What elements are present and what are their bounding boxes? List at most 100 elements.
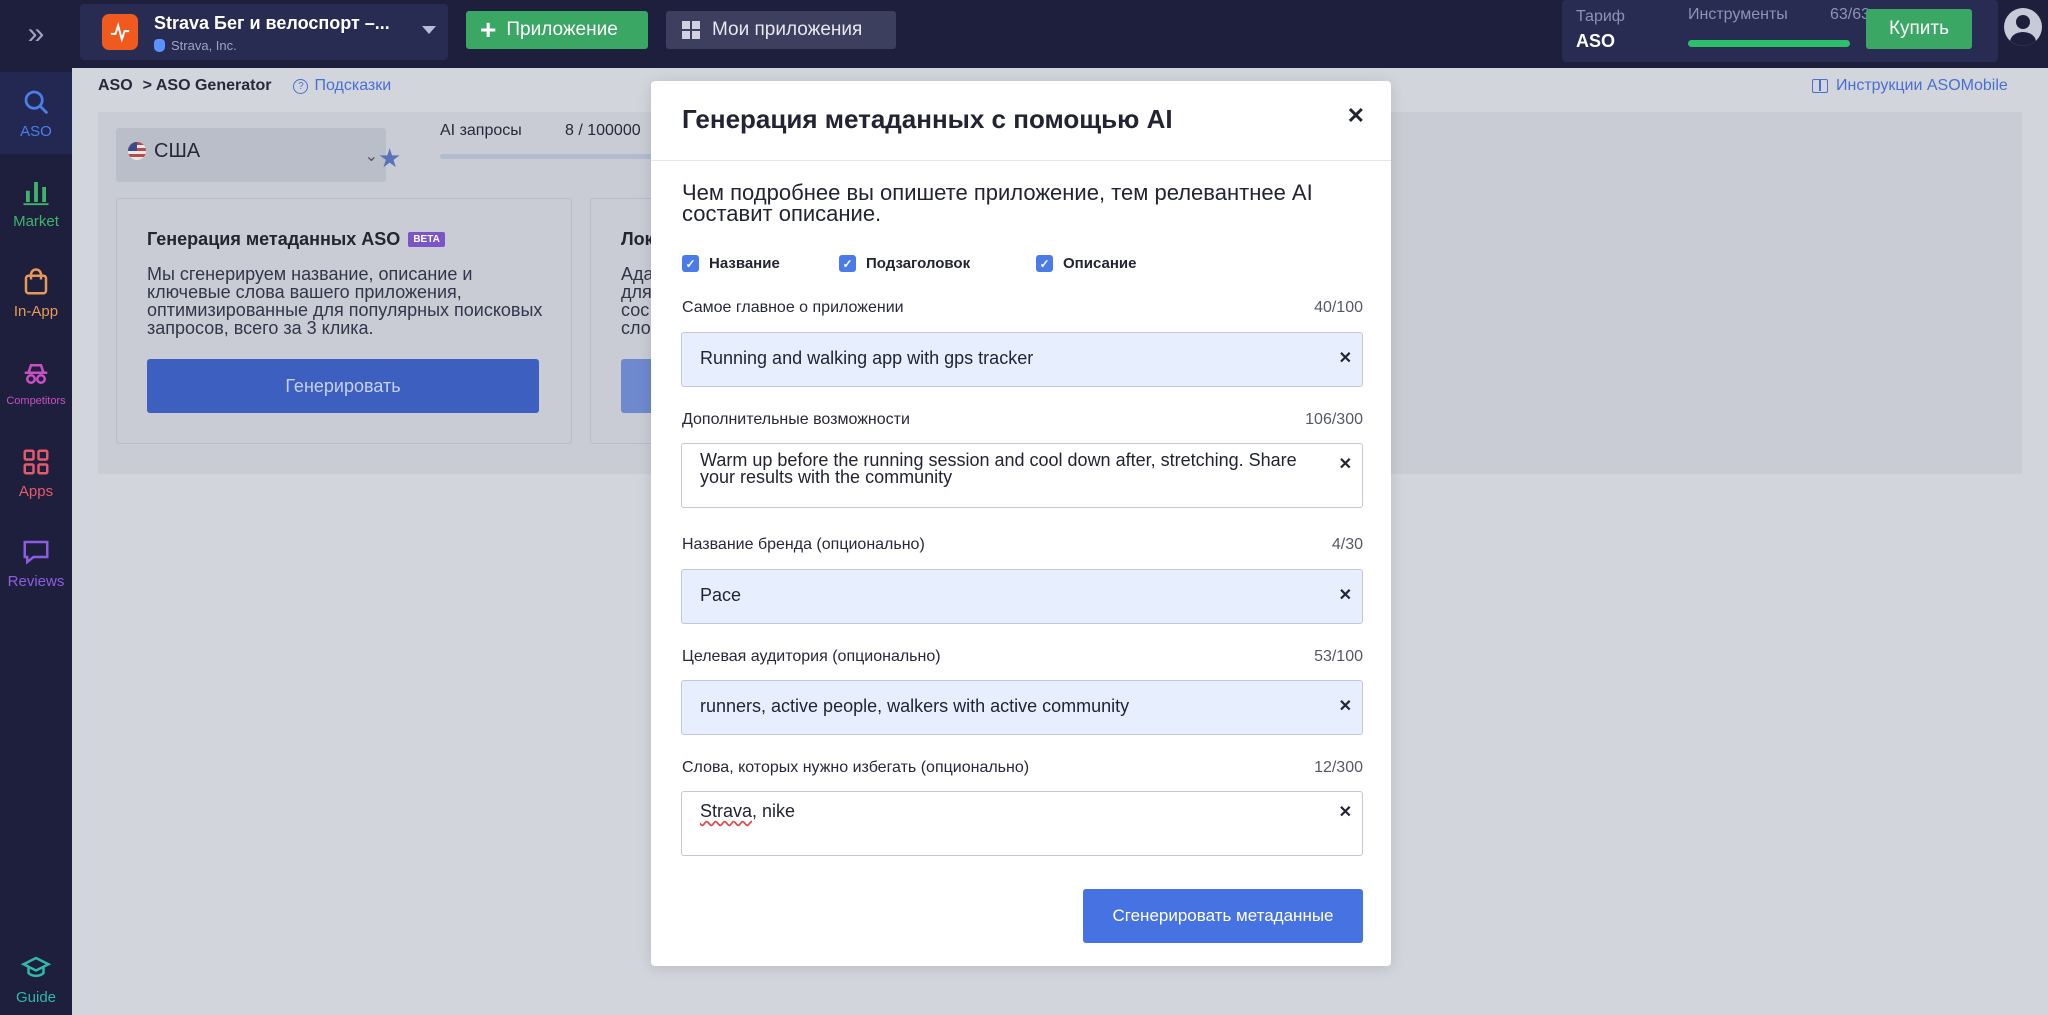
- search-icon: [24, 90, 49, 114]
- sidebar-item-reviews[interactable]: Reviews: [0, 522, 72, 604]
- my-apps-button[interactable]: Мои приложения: [666, 11, 896, 49]
- sidebar-item-apps[interactable]: Apps: [0, 432, 72, 514]
- hints-link[interactable]: ? Подсказки: [293, 77, 391, 95]
- generate-metadata-button[interactable]: Сгенерировать метаданные: [1083, 889, 1363, 943]
- brand-name-input[interactable]: Pace ✕: [681, 569, 1363, 624]
- sidebar-item-label: ASO: [20, 122, 52, 140]
- tools-progress-fill: [1688, 40, 1850, 47]
- sidebar-item-label: Apps: [18, 482, 54, 500]
- tools-label: Инструменты: [1688, 6, 1788, 23]
- app-selector[interactable]: Strava Бег и велоспорт –... Strava, Inc.: [80, 4, 448, 60]
- checkbox-label: Подзаголовок: [866, 255, 971, 272]
- avoid-words-counter: 12/300: [1314, 759, 1363, 776]
- chevron-down-icon: ⌄: [364, 148, 378, 165]
- avoid-words-label: Слова, которых нужно избегать (опциональ…: [682, 759, 1030, 776]
- main-about-counter: 40/100: [1314, 299, 1363, 316]
- us-flag-icon: [128, 142, 146, 160]
- plus-icon: +: [480, 14, 497, 45]
- misspelled-word: Strava: [700, 801, 753, 821]
- breadcrumb: ASO > ASO Generator ? Подсказки: [98, 77, 391, 95]
- add-app-label: Приложение: [506, 19, 618, 40]
- modal-title: Генерация метаданных с помощью AI: [682, 104, 1173, 134]
- tools-count: 63/63: [1830, 6, 1871, 23]
- main-about-input[interactable]: Running and walking app with gps tracker…: [681, 332, 1363, 387]
- brand-name-value: Pace: [700, 585, 742, 605]
- developer-name: Strava, Inc.: [171, 38, 237, 53]
- clear-icon[interactable]: ✕: [1339, 585, 1352, 605]
- sidebar-item-label: Reviews: [7, 572, 65, 590]
- extra-features-textarea[interactable]: Warm up before the running session and c…: [681, 443, 1363, 508]
- strava-logo-icon: [102, 14, 138, 50]
- star-icon[interactable]: ★: [378, 143, 401, 174]
- close-icon[interactable]: ✕: [1347, 103, 1365, 129]
- chat-icon: [23, 540, 49, 565]
- sidebar-item-label: Competitors: [6, 395, 66, 407]
- buy-button[interactable]: Купить: [1866, 9, 1972, 49]
- generate-button[interactable]: Генерировать: [147, 359, 539, 413]
- target-audience-value: runners, active people, walkers with act…: [700, 696, 1130, 716]
- modal-intro: Чем подробнее вы опишете приложение, тем…: [682, 180, 1313, 226]
- sidebar-item-competitors[interactable]: Competitors: [0, 342, 72, 424]
- left-sidebar: » ASO Market In-App Competitors Apps Rev…: [0, 0, 72, 1015]
- country-selector[interactable]: США ★ ⌄: [116, 128, 401, 182]
- ai-requests-count: 8 / 100000: [565, 122, 641, 139]
- app-name: Strava Бег и велоспорт –...: [154, 13, 390, 33]
- main-about-value: Running and walking app with gps tracker: [700, 348, 1034, 368]
- clear-icon[interactable]: ✕: [1339, 348, 1352, 368]
- sidebar-item-market[interactable]: Market: [0, 162, 72, 244]
- spy-icon: [24, 364, 48, 384]
- checkbox-checked-icon[interactable]: ✓: [682, 255, 699, 272]
- card2-title: Лок: [621, 229, 654, 249]
- sidebar-item-aso[interactable]: ASO: [0, 72, 72, 154]
- ai-requests-label: AI запросы: [440, 122, 522, 139]
- card-title-text: Генерация метаданных ASO: [147, 229, 401, 249]
- avoid-words-value: Strava, nike: [700, 801, 1310, 821]
- clear-icon[interactable]: ✕: [1339, 696, 1352, 716]
- expand-sidebar-icon[interactable]: »: [0, 0, 72, 68]
- main-about-label: Самое главное о приложении: [682, 299, 904, 316]
- brand-name-counter: 4/30: [1331, 536, 1363, 553]
- extra-features-label: Дополнительные возможности: [682, 411, 910, 428]
- tariff-panel: Тариф ASO Инструменты 63/63 Купить: [1562, 0, 1998, 62]
- breadcrumb-current: > ASO Generator: [142, 77, 272, 94]
- extra-features-value: Warm up before the running session and c…: [700, 450, 1297, 487]
- avoid-words-textarea[interactable]: Strava, nike ✕: [681, 791, 1363, 856]
- apps-grid-icon: [682, 21, 700, 39]
- card-description: Мы сгенерируем название, описание и ключ…: [147, 264, 543, 338]
- metadata-generation-card: Генерация метаданных ASO BETA Мы сгенери…: [116, 198, 572, 444]
- app-developer: Strava, Inc.: [154, 38, 237, 53]
- target-audience-counter: 53/100: [1314, 648, 1363, 665]
- clear-icon[interactable]: ✕: [1339, 802, 1352, 822]
- extra-features-counter: 106/300: [1305, 411, 1363, 428]
- avoid-words-rest: , nike: [752, 801, 796, 821]
- hints-label: Подсказки: [314, 77, 392, 94]
- ai-metadata-modal: Генерация метаданных с помощью AI ✕ Чем …: [651, 81, 1391, 966]
- breadcrumb-root[interactable]: ASO: [98, 77, 133, 95]
- checkbox-title[interactable]: ✓ Название: [682, 255, 839, 272]
- sidebar-item-label: Guide: [15, 988, 57, 1006]
- sidebar-item-guide[interactable]: Guide: [0, 944, 72, 1014]
- target-audience-input[interactable]: runners, active people, walkers with act…: [681, 680, 1363, 735]
- clear-icon[interactable]: ✕: [1339, 454, 1352, 474]
- checkbox-checked-icon[interactable]: ✓: [1036, 255, 1053, 272]
- tools-progress-bar: [1688, 40, 1850, 47]
- checkbox-subtitle[interactable]: ✓ Подзаголовок: [839, 255, 1036, 272]
- target-audience-label: Целевая аудитория (опционально): [682, 648, 941, 665]
- sidebar-item-in-app[interactable]: In-App: [0, 252, 72, 334]
- checkbox-description[interactable]: ✓ Описание: [1036, 255, 1136, 272]
- my-apps-label: Мои приложения: [712, 19, 863, 40]
- bar-chart-icon: [23, 181, 49, 205]
- beta-badge: BETA: [408, 232, 445, 247]
- shopping-bag-icon: [24, 267, 48, 294]
- instructions-label: Инструкции ASOMobile: [1836, 77, 2008, 94]
- tariff-value: ASO: [1576, 31, 1616, 51]
- sidebar-item-label: Market: [13, 212, 59, 230]
- add-app-button[interactable]: + Приложение: [466, 11, 648, 49]
- checkbox-checked-icon[interactable]: ✓: [839, 255, 856, 272]
- user-avatar-icon[interactable]: [2004, 8, 2042, 46]
- top-bar: Strava Бег и велоспорт –... Strava, Inc.…: [72, 0, 2048, 68]
- tariff-label: Тариф: [1576, 8, 1625, 25]
- modal-header: Генерация метаданных с помощью AI ✕: [651, 81, 1391, 161]
- brand-name-label: Название бренда (опционально): [682, 536, 925, 553]
- instructions-link[interactable]: Инструкции ASOMobile: [1812, 77, 2008, 95]
